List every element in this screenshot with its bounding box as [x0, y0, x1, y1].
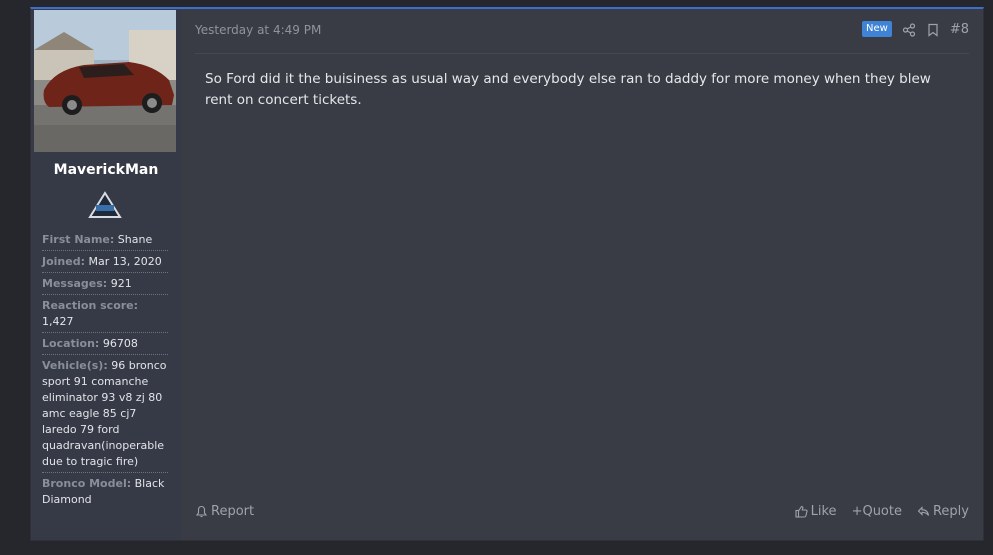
field-vehicles: Vehicle(s): 96 bronco sport 91 comanche …: [42, 357, 168, 473]
avatar-car-photo: [34, 10, 176, 152]
flag-icon: [195, 505, 208, 518]
post-container: MaverickMan First Name: Shane Joined: Ma…: [30, 7, 984, 541]
post-meta: Yesterday at 4:49 PM New #8: [195, 9, 969, 54]
user-info-panel: MaverickMan First Name: Shane Joined: Ma…: [31, 9, 181, 540]
like-label: Like: [810, 504, 837, 519]
quote-button[interactable]: +Quote: [852, 504, 902, 519]
post-content: Yesterday at 4:49 PM New #8 So Ford did …: [181, 9, 983, 540]
field-joined: Joined: Mar 13, 2020: [42, 253, 168, 273]
reply-icon: [917, 505, 930, 518]
thumbs-up-icon: [795, 505, 808, 518]
report-button[interactable]: Report: [195, 504, 254, 519]
rank-badge-icon: [88, 191, 122, 221]
reply-button[interactable]: Reply: [917, 504, 969, 519]
field-location: Location: 96708: [42, 335, 168, 355]
share-icon[interactable]: [902, 22, 916, 37]
quote-label: +Quote: [851, 504, 902, 519]
post-meta-actions: New #8: [862, 21, 969, 37]
reply-label: Reply: [932, 504, 969, 519]
like-button[interactable]: Like: [795, 504, 837, 519]
user-fields: First Name: Shane Joined: Mar 13, 2020 M…: [42, 231, 168, 512]
username[interactable]: MaverickMan: [31, 162, 181, 178]
field-reaction-score: Reaction score: 1,427: [42, 297, 168, 333]
bookmark-icon[interactable]: [926, 22, 940, 37]
post-footer: Report Like +Quote Reply: [195, 504, 969, 522]
field-bronco-model: Bronco Model: Black Diamond: [42, 477, 165, 506]
field-first-name: First Name: Shane: [42, 231, 168, 251]
post-number[interactable]: #8: [950, 22, 969, 37]
new-badge: New: [862, 21, 892, 37]
post-actions: Like +Quote Reply: [795, 504, 969, 519]
report-label: Report: [211, 504, 255, 519]
post-message: So Ford did it the buisiness as usual wa…: [205, 71, 931, 108]
field-messages: Messages: 921: [42, 275, 168, 295]
avatar[interactable]: [34, 10, 176, 152]
post-timestamp[interactable]: Yesterday at 4:49 PM: [195, 23, 321, 37]
